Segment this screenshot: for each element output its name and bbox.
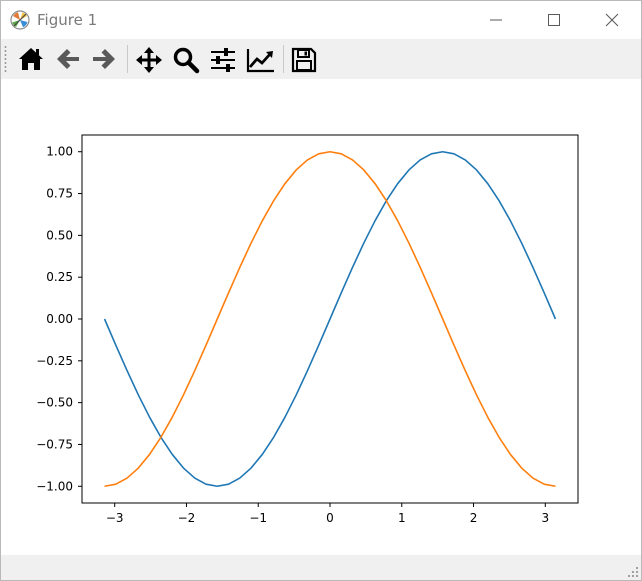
minimize-icon (490, 19, 502, 21)
y-tick-label: 0.00 (46, 312, 73, 326)
x-axis: −3 −2 −1 0 1 2 3 (106, 503, 549, 525)
maximize-button[interactable] (525, 1, 583, 39)
home-icon (19, 48, 43, 70)
zoom-button[interactable] (169, 43, 203, 75)
arrow-left-icon (57, 49, 79, 69)
forward-button[interactable] (87, 43, 121, 75)
y-tick-label: −1.00 (36, 479, 73, 493)
toolbar-grip[interactable] (4, 45, 7, 73)
x-tick-label: 2 (470, 511, 478, 525)
save-button[interactable] (287, 43, 321, 75)
y-tick-label: 0.50 (46, 228, 73, 242)
navigation-toolbar (1, 39, 641, 79)
move-icon (136, 47, 162, 73)
sliders-icon (211, 48, 235, 72)
pan-button[interactable] (132, 43, 166, 75)
close-button[interactable] (583, 1, 641, 39)
x-tick-label: 1 (398, 511, 406, 525)
y-tick-label: 0.75 (46, 187, 73, 201)
line-plot[interactable]: −3 −2 −1 0 1 2 3 −1.00 −0.75 −0.50 −0.25 0.00 0.25 0… (1, 79, 641, 555)
arrow-right-icon (93, 49, 115, 69)
figure-canvas[interactable]: −3 −2 −1 0 1 2 3 −1.00 −0.75 −0.50 −0.25 0.00 0.25 0… (1, 79, 641, 555)
y-tick-label: −0.75 (36, 437, 73, 451)
y-tick-label: 1.00 (46, 145, 73, 159)
x-tick-label: −2 (178, 511, 196, 525)
y-axis: −1.00 −0.75 −0.50 −0.25 0.00 0.25 0.50 0.75 1.00 (36, 145, 82, 493)
resize-grip-icon[interactable] (627, 566, 639, 578)
configure-subplots-button[interactable] (206, 43, 240, 75)
maximize-icon (548, 14, 560, 26)
y-tick-label: 0.25 (46, 270, 73, 284)
back-button[interactable] (51, 43, 85, 75)
magnifier-icon (173, 47, 200, 74)
series-layer (103, 150, 557, 488)
toolbar-separator (283, 45, 284, 73)
x-tick-label: 0 (326, 511, 334, 525)
y-tick-label: −0.50 (36, 396, 73, 410)
close-icon (605, 13, 619, 27)
window-title: Figure 1 (37, 11, 98, 29)
matplotlib-logo-icon (10, 10, 30, 30)
x-tick-label: −1 (249, 511, 267, 525)
title-bar[interactable]: Figure 1 (1, 1, 641, 39)
floppy-disk-icon (291, 47, 317, 73)
x-tick-label: −3 (106, 511, 124, 525)
toolbar-separator (127, 45, 128, 73)
figure-window: Figure 1 −3 −2 −1 0 1 2 3 −1.00 −0.75 −0… (0, 0, 642, 581)
line-chart-icon (246, 49, 274, 73)
status-bar (1, 555, 641, 580)
minimize-button[interactable] (467, 1, 525, 39)
x-tick-label: 3 (541, 511, 549, 525)
series-line-1 (103, 150, 557, 488)
edit-axis-button[interactable] (243, 43, 277, 75)
y-tick-label: −0.25 (36, 354, 73, 368)
home-button[interactable] (14, 43, 48, 75)
